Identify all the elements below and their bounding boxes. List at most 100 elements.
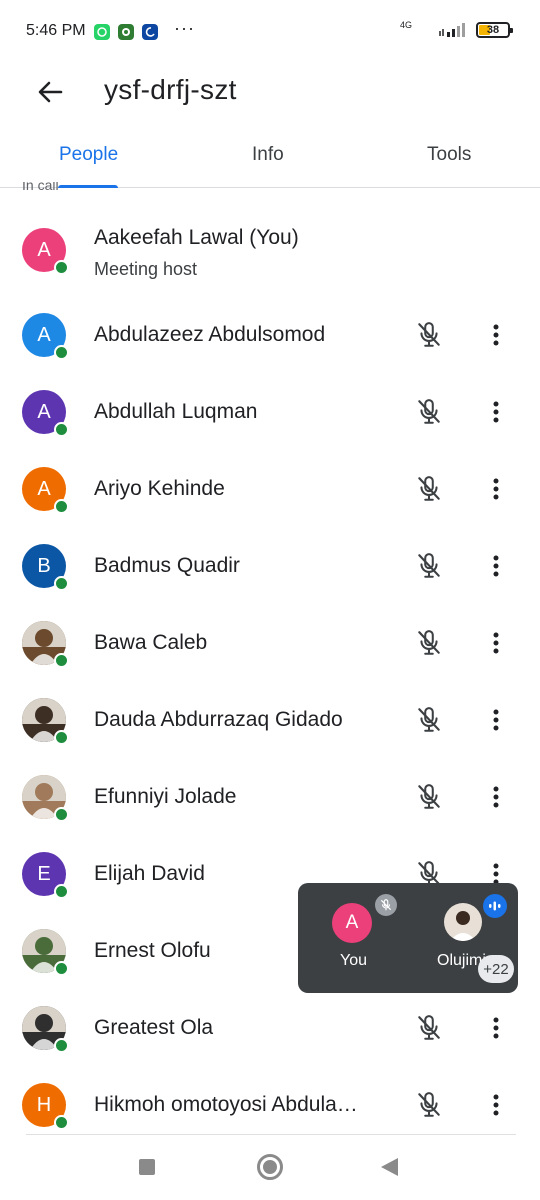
back-button[interactable] [30, 76, 70, 108]
mic-off-icon[interactable] [412, 626, 446, 660]
participant-name: Greatest Ola [94, 1016, 214, 1039]
participant-row[interactable]: A Ariyo Kehinde [0, 450, 540, 527]
online-status-dot [54, 730, 69, 745]
square-icon[interactable] [139, 1159, 155, 1175]
mic-off-icon[interactable] [412, 395, 446, 429]
more-options-icon[interactable] [482, 395, 510, 429]
tab-info[interactable]: Info [252, 144, 284, 166]
avatar-initial: A [37, 400, 51, 423]
mic-off-icon[interactable] [412, 1011, 446, 1045]
participant-photo-avatar[interactable] [444, 903, 482, 941]
participant-row[interactable]: A Abdullah Luqman [0, 373, 540, 450]
online-status-dot [54, 260, 69, 275]
participant-photo-avatar [22, 1006, 69, 1053]
participant-name: Abdullah Luqman [94, 400, 258, 423]
system-nav-bar [0, 1140, 540, 1200]
chat-app-icon [118, 24, 134, 40]
online-status-dot [54, 961, 69, 976]
status-bar: 5:46 PM ··· 4G 38 [0, 0, 540, 64]
participant-avatar: E [22, 852, 69, 899]
mic-off-icon[interactable] [412, 318, 446, 352]
signal-icon [439, 23, 465, 37]
more-options-icon[interactable] [482, 549, 510, 583]
participant-avatar: H [22, 1083, 69, 1130]
avatar-initial: B [37, 554, 51, 577]
you-tile-label: You [340, 952, 367, 969]
circle-home-icon[interactable] [257, 1154, 283, 1180]
arrow-left-icon [38, 81, 63, 103]
status-right: 4G 38 [400, 20, 513, 38]
participant-row[interactable]: Greatest Ola [0, 989, 540, 1066]
participant-row[interactable]: A Aakeefah Lawal (You) Meeting host [0, 208, 540, 296]
participant-name: Ernest Olofu [94, 939, 211, 962]
section-label: In call [22, 182, 59, 193]
more-options-icon[interactable] [482, 1011, 510, 1045]
participant-row[interactable]: Efunniyi Jolade [0, 758, 540, 835]
tab-people[interactable]: People [59, 144, 118, 166]
participant-photo-avatar [22, 775, 69, 822]
participant-row[interactable]: H Hikmoh omotoyosi Abdula… [0, 1066, 540, 1143]
triangle-back-icon[interactable] [381, 1158, 398, 1176]
participant-name: Ariyo Kehinde [94, 477, 225, 500]
more-options-icon[interactable] [482, 780, 510, 814]
mic-off-icon[interactable] [412, 780, 446, 814]
avatar-initial: A [37, 477, 51, 500]
more-options-icon[interactable] [482, 626, 510, 660]
participant-role: Meeting host [94, 259, 198, 279]
more-options-icon[interactable] [482, 1088, 510, 1122]
participant-name: Badmus Quadir [94, 554, 240, 577]
online-status-dot [54, 422, 69, 437]
tab-bar: People Info Tools [0, 130, 540, 188]
participant-row[interactable]: Bawa Caleb [0, 604, 540, 681]
online-status-dot [54, 1038, 69, 1053]
mic-off-icon[interactable] [412, 549, 446, 583]
mic-off-icon[interactable] [412, 1088, 446, 1122]
participant-name: Dauda Abdurrazaq Gidado [94, 708, 343, 731]
network-type: 4G [400, 20, 413, 30]
participant-name: Aakeefah Lawal (You) [94, 226, 299, 249]
online-status-dot [54, 345, 69, 360]
online-status-dot [54, 499, 69, 514]
avatar-initial: A [37, 323, 51, 346]
participant-row[interactable]: A Abdulazeez Abdulsomod [0, 296, 540, 373]
online-status-dot [54, 653, 69, 668]
participant-name: Efunniyi Jolade [94, 785, 237, 808]
online-status-dot [54, 1115, 69, 1130]
more-options-icon[interactable] [482, 703, 510, 737]
whatsapp-icon [94, 24, 110, 40]
participant-list[interactable]: A Aakeefah Lawal (You) Meeting host A Abdula… [0, 208, 540, 1143]
more-notifications-icon: ··· [174, 18, 195, 38]
mic-off-icon[interactable] [412, 472, 446, 506]
avatar-initial: E [37, 862, 51, 885]
floating-call-tiles[interactable]: A You Olujimi +22 [298, 883, 518, 993]
participant-photo-avatar [22, 698, 69, 745]
participant-avatar: A [22, 313, 69, 360]
status-time: 5:46 PM [26, 22, 86, 39]
participant-name: Bawa Caleb [94, 631, 208, 654]
app-bar: ysf-drfj-szt [0, 64, 540, 120]
online-status-dot [54, 576, 69, 591]
participant-photo-avatar [22, 929, 69, 976]
battery-icon: 38 [476, 22, 513, 38]
participant-name: Abdulazeez Abdulsomod [94, 323, 326, 346]
you-tile-avatar[interactable]: A [332, 903, 372, 943]
avatar-initial: A [37, 238, 51, 261]
tab-tools[interactable]: Tools [427, 144, 471, 166]
notification-icons [94, 24, 158, 40]
mic-off-icon[interactable] [412, 703, 446, 737]
participant-row[interactable]: Dauda Abdurrazaq Gidado [0, 681, 540, 758]
phone-app-icon [142, 24, 158, 40]
online-status-dot [54, 807, 69, 822]
participant-photo-avatar [22, 621, 69, 668]
participant-avatar: A [22, 228, 69, 275]
participant-row[interactable]: B Badmus Quadir [0, 527, 540, 604]
avatar-initial: H [36, 1093, 52, 1116]
meeting-code-title: ysf-drfj-szt [104, 74, 237, 105]
battery-level: 38 [486, 24, 500, 36]
more-options-icon[interactable] [482, 472, 510, 506]
more-options-icon[interactable] [482, 318, 510, 352]
speaking-indicator-icon [483, 894, 507, 918]
participant-avatar: B [22, 544, 69, 591]
more-participants-badge[interactable]: +22 [478, 955, 514, 983]
participant-avatar: A [22, 390, 69, 437]
